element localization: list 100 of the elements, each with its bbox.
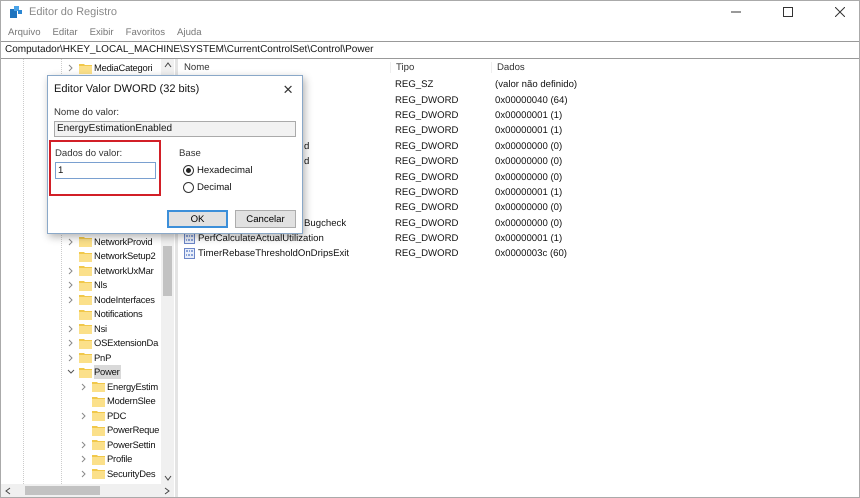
collapsed-chevron-icon[interactable] [67,281,75,290]
value-data: 0x00000040 (64) [494,94,568,106]
folder-icon [79,294,92,306]
value-data: 0x00000000 (0) [494,156,562,168]
scroll-up-icon[interactable] [164,62,172,68]
collapsed-chevron-icon[interactable] [67,296,75,304]
close-icon[interactable] [835,7,845,17]
address-field[interactable]: Computador\HKEY_LOCAL_MACHINE\SYSTEM\CurrentControlSet\Control\Power [1,41,859,59]
folder-icon [92,454,105,465]
radio-label[interactable]: Hexadecimal [197,165,252,176]
value-name: PerfCalculateActualUtilization [198,233,324,244]
scroll-right-icon[interactable] [164,486,170,494]
tree-item[interactable]: PnP [94,350,112,365]
folder-icon [79,280,92,291]
value-data: 0x00000000 (0) [494,202,562,214]
radio-button[interactable] [183,165,194,176]
tree-item[interactable]: MediaCategori [94,61,154,76]
folder-icon [92,424,105,436]
tree-item[interactable]: Nsi [94,322,108,336]
folder-icon [92,439,105,450]
group-label: Base [179,148,202,159]
scrollbar-thumb[interactable] [25,486,100,495]
scroll-left-icon[interactable] [5,486,11,494]
value-data: 0x00000001 (1) [494,233,562,244]
field-label: Dados do valor: [55,148,124,159]
value-data-field[interactable]: 1 [55,162,156,179]
value-data: (valor não definido) [494,79,578,90]
close-button[interactable]: × [280,80,296,98]
value-type: REG_SZ [394,79,434,90]
collapsed-chevron-icon[interactable] [67,354,75,362]
tree-item[interactable]: SecurityDes [107,466,156,481]
menu-item[interactable]: Editar [52,26,79,38]
collapsed-chevron-icon[interactable] [80,470,88,478]
binary-value-icon [184,233,195,244]
scroll-down-icon[interactable] [164,475,172,481]
value-name-field: EnergyEstimationEnabled [54,121,296,137]
collapsed-chevron-icon[interactable] [67,238,75,246]
value-name: d [304,140,310,152]
value-type: REG_DWORD [394,94,460,106]
dialog-title: Editor Valor DWORD (32 bits) [54,83,200,95]
value-type: REG_DWORD [394,110,460,121]
tree-item[interactable]: ModernSlee [107,394,157,408]
expanded-chevron-icon[interactable] [67,368,75,376]
tree-item[interactable]: PowerSettin [107,438,156,452]
radio-label[interactable]: Decimal [197,182,232,193]
tree-item[interactable]: Power [94,365,121,380]
collapsed-chevron-icon[interactable] [80,412,88,420]
radio-button[interactable] [183,182,194,193]
value-data: 0x00000000 (0) [494,218,562,229]
column-header[interactable]: Nome [178,62,391,73]
value-type: REG_DWORD [394,248,460,260]
tree-item[interactable]: Notifications [94,307,144,322]
column-header[interactable]: Tipo [391,62,492,73]
tree-item[interactable]: Nls [94,278,108,292]
tree-item[interactable]: Profile [107,452,134,466]
menu-item[interactable]: Favoritos [124,26,166,38]
menu-item[interactable]: Ajuda [176,26,203,38]
tree-item[interactable]: EnergyEstim [107,380,159,394]
registry-cubes-icon [9,5,23,19]
value-data: 0x00000001 (1) [494,186,562,198]
collapsed-chevron-icon[interactable] [80,440,88,449]
value-data: 0x00000000 (0) [494,172,562,183]
value-type: REG_DWORD [394,172,460,183]
collapsed-chevron-icon[interactable] [67,266,75,275]
collapsed-chevron-icon[interactable] [67,339,75,348]
value-type: REG_DWORD [394,140,460,152]
value-type: REG_DWORD [394,202,460,214]
value-data: 0x00000001 (1) [494,125,562,136]
tree-item[interactable]: NetworkSetup2 [94,249,156,264]
tree-item[interactable]: NetworkProvid [94,234,154,249]
tree-item[interactable]: PDC [107,408,128,423]
tree-item[interactable]: OSExtensionDa [94,336,160,350]
folder-icon [92,381,105,392]
folder-icon [79,323,92,334]
tree-item[interactable]: PowerReque [107,423,160,438]
collapsed-chevron-icon[interactable] [67,324,75,333]
value-name: d [304,156,310,168]
maximize-icon[interactable] [783,7,793,17]
collapsed-chevron-icon[interactable] [67,64,75,72]
folder-icon [79,352,92,364]
ok-button[interactable]: OK [167,210,228,228]
tree-item[interactable]: NodeInterfaces [94,292,156,307]
collapsed-chevron-icon[interactable] [80,382,88,391]
cancel-button[interactable]: Cancelar [235,210,296,228]
menu-item[interactable]: Exibir [88,26,115,38]
binary-value-icon [184,248,195,260]
value-type: REG_DWORD [394,125,460,136]
folder-icon [79,308,92,320]
value-data: 0x00000001 (1) [494,110,562,121]
folder-icon [79,236,92,248]
value-type: REG_DWORD [394,156,460,168]
value-name: TimerRebaseThresholdOnDripsExit [198,248,350,260]
scrollbar-thumb[interactable] [163,246,172,296]
horizontal-scrollbar[interactable] [1,484,174,497]
value-data: 0x00000000 (0) [494,140,562,152]
tree-item[interactable]: NetworkUxMar [94,264,155,278]
column-header[interactable]: Dados [492,62,525,73]
collapsed-chevron-icon[interactable] [80,455,88,464]
field-label: Nome do valor: [54,107,120,118]
menu-item[interactable]: Arquivo [7,26,42,38]
